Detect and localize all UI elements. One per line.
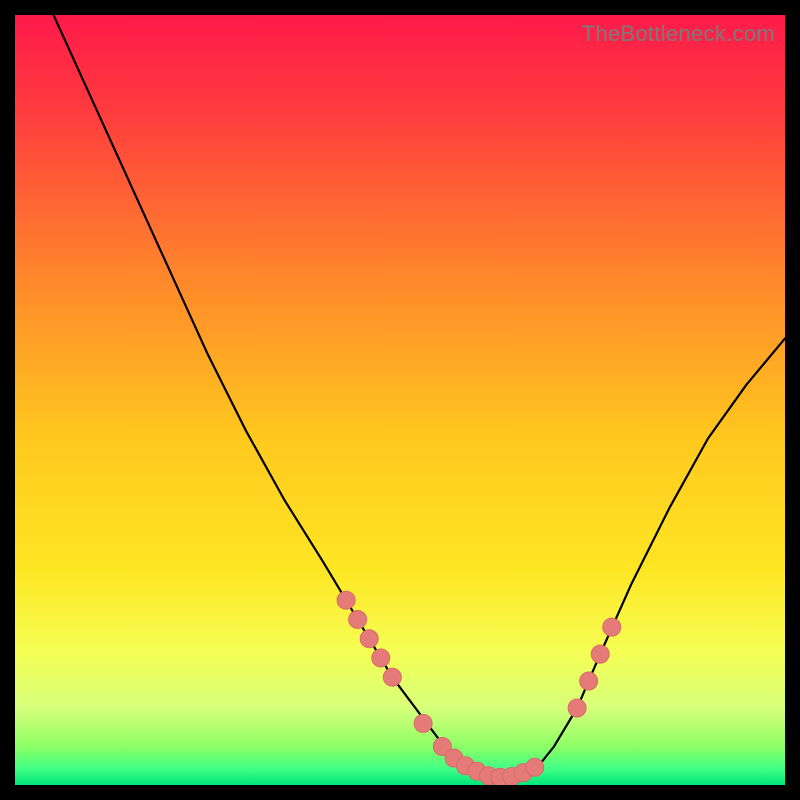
heat-background: [15, 15, 785, 785]
curve-marker: [360, 630, 378, 648]
curve-marker: [349, 610, 367, 628]
curve-marker: [372, 649, 390, 667]
chart-plot: [15, 15, 785, 785]
curve-marker: [591, 645, 609, 663]
curve-marker: [603, 618, 621, 636]
curve-marker: [414, 714, 432, 732]
watermark-text: TheBottleneck.com: [582, 21, 775, 47]
curve-marker: [526, 758, 544, 776]
curve-marker: [337, 591, 355, 609]
chart-frame: TheBottleneck.com: [15, 15, 785, 785]
curve-marker: [383, 668, 401, 686]
curve-marker: [568, 699, 586, 717]
curve-marker: [580, 672, 598, 690]
